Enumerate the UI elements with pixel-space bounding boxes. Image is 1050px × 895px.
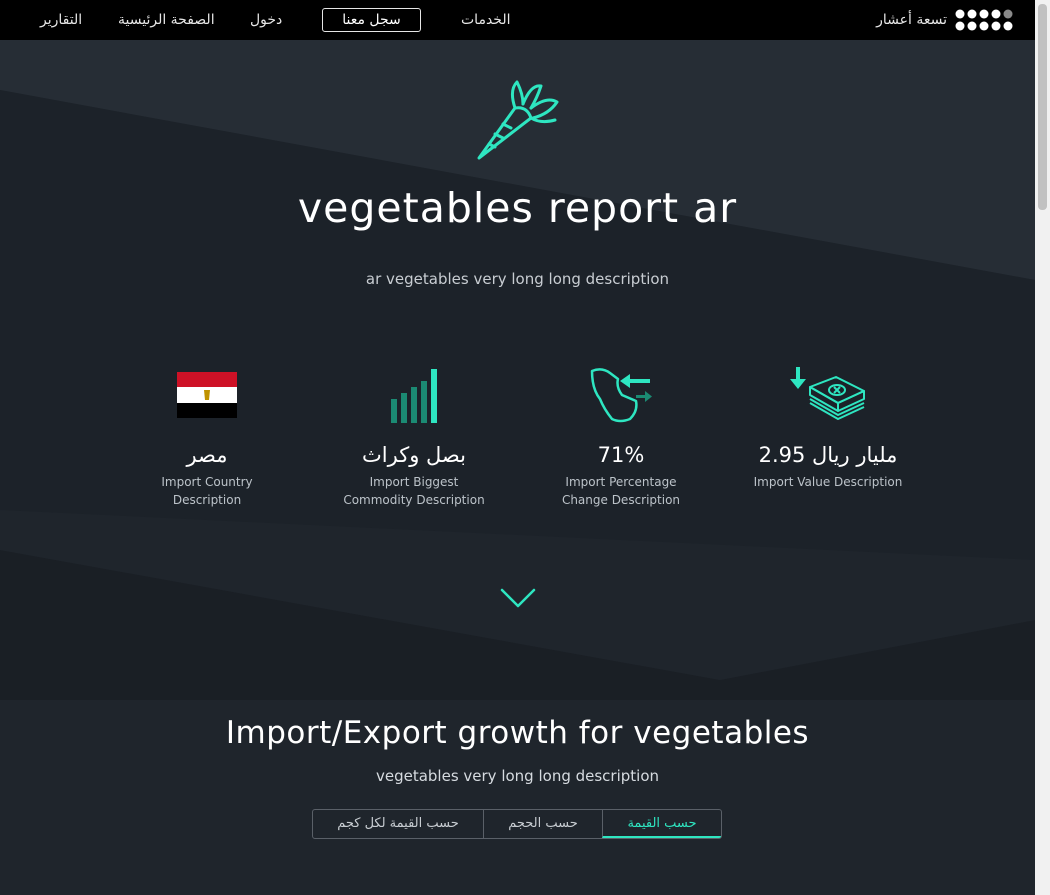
brand-dots-icon — [955, 9, 1013, 31]
stat-value: بصل وكراث — [362, 443, 466, 467]
stat-import-value: 2.95 مليار ريال Import Value Description — [728, 365, 928, 491]
growth-section-description: vegetables very long long description — [375, 767, 660, 785]
report-title: vegetables report ar — [297, 184, 738, 232]
tab-volume[interactable]: حسب الحجم — [483, 810, 602, 838]
stat-value: 2.95 مليار ريال — [758, 443, 898, 467]
stat-label: Import Biggest Commodity Description — [343, 475, 485, 507]
scrollbar-thumb[interactable] — [1038, 4, 1047, 210]
stat-value: مصر — [186, 443, 228, 467]
tab-value-per-kg[interactable]: حسب القيمة لكل كجم — [313, 810, 483, 838]
stat-import-country: مصر Import Country Description — [107, 365, 307, 509]
brand-logo[interactable]: تسعة أعشار — [876, 0, 1015, 40]
growth-section-title: Import/Export growth for vegetables — [225, 715, 810, 751]
tab-value[interactable]: حسب القيمة — [602, 810, 721, 838]
money-stack-icon — [790, 367, 865, 420]
stat-value: 71% — [597, 443, 645, 467]
page-scrollbar[interactable] — [1035, 0, 1050, 895]
stat-label: Import Value Description — [753, 475, 903, 489]
growth-tabs: حسب القيمة لكل كجم حسب الحجم حسب القيمة — [312, 809, 722, 839]
stat-label: Import Country Description — [161, 475, 253, 507]
nav-reports-link[interactable]: التقارير — [40, 0, 82, 40]
carrot-icon — [477, 80, 559, 160]
stat-label: Import Percentage Change Description — [561, 475, 681, 507]
report-description: ar vegetables very long long description — [365, 270, 670, 288]
nav-services-link[interactable]: الخدمات — [461, 0, 511, 40]
top-navbar: التقارير الصفحة الرئيسية دخول سجل معنا ا… — [0, 0, 1035, 40]
nav-login-link[interactable]: دخول — [250, 0, 282, 40]
scroll-down-chevron-icon[interactable] — [498, 585, 538, 611]
stat-percentage-change: 71% Import Percentage Change Description — [521, 365, 721, 509]
nav-home-link[interactable]: الصفحة الرئيسية — [118, 0, 215, 40]
bar-chart-icon — [391, 369, 437, 423]
stat-biggest-commodity: بصل وكراث Import Biggest Commodity Descr… — [314, 365, 514, 509]
brand-name: تسعة أعشار — [876, 12, 947, 28]
egypt-flag-icon — [177, 372, 237, 418]
nav-register-button[interactable]: سجل معنا — [322, 8, 421, 32]
saudi-map-exchange-icon — [590, 368, 652, 423]
